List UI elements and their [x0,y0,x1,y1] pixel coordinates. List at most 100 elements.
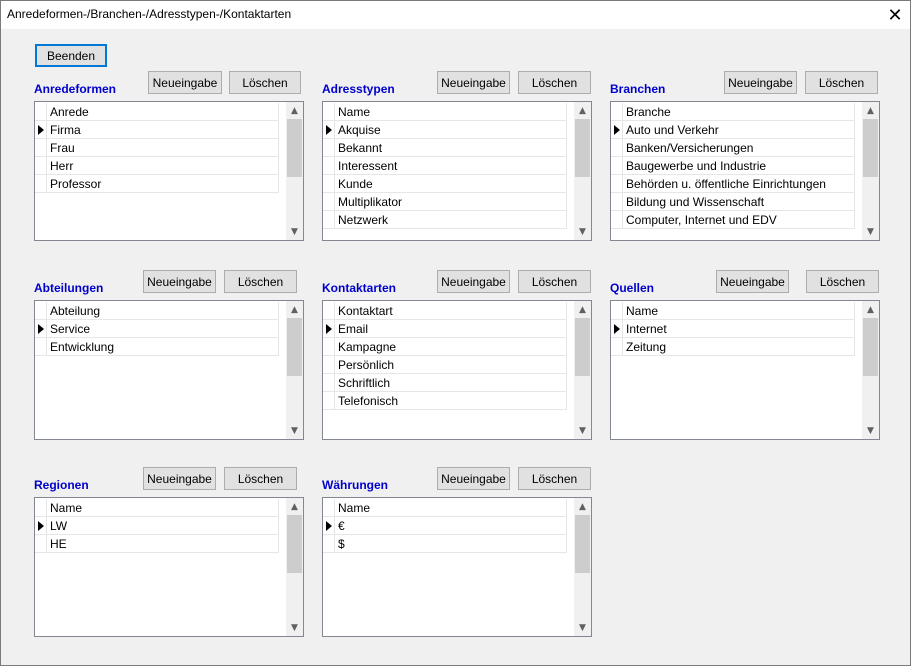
table-cell[interactable]: Zeitung [623,338,855,356]
branchen-grid[interactable]: Branche Auto und Verkehr Banken/Versicheru… [610,101,880,241]
kontaktarten-neueingabe-button[interactable]: Neueingabe [437,270,510,293]
table-cell[interactable]: Schriftlich [335,374,567,392]
table-cell[interactable]: Interessent [335,157,567,175]
table-row[interactable]: Persönlich [323,356,567,374]
row-selector[interactable] [323,535,335,553]
table-cell[interactable]: Bildung und Wissenschaft [623,193,855,211]
table-cell[interactable]: HE [47,535,279,553]
scroll-up-icon[interactable]: ▲ [286,301,303,318]
abteilungen-loeschen-button[interactable]: Löschen [224,270,297,293]
scroll-down-icon[interactable]: ▼ [862,223,879,240]
adresstypen-neueingabe-button[interactable]: Neueingabe [437,71,510,94]
table-cell[interactable]: Bekannt [335,139,567,157]
adresstypen-grid[interactable]: Name Akquise Bekannt Interessent Kunde Multip… [322,101,592,241]
vertical-scrollbar[interactable]: ▲ ▼ [286,301,303,439]
table-row[interactable]: Bekannt [323,139,567,157]
table-cell[interactable]: Kampagne [335,338,567,356]
kontaktarten-loeschen-button[interactable]: Löschen [518,270,591,293]
table-row[interactable]: Netzwerk [323,211,567,229]
row-selector[interactable] [323,193,335,211]
row-selector[interactable] [323,374,335,392]
table-cell[interactable]: $ [335,535,567,553]
table-row[interactable]: Entwicklung [35,338,279,356]
column-header[interactable]: Kontaktart [335,302,567,320]
row-selector[interactable] [323,211,335,229]
table-cell[interactable]: Kunde [335,175,567,193]
regionen-grid[interactable]: Name LW HE ▲ ▼ [34,497,304,637]
row-selector[interactable] [323,517,335,535]
scroll-thumb[interactable] [863,318,878,376]
table-cell[interactable]: € [335,517,567,535]
row-selector[interactable] [35,121,47,139]
table-cell[interactable]: Behörden u. öffentliche Einrichtungen [623,175,855,193]
beenden-button[interactable]: Beenden [35,44,107,67]
scroll-up-icon[interactable]: ▲ [574,498,591,515]
table-row[interactable]: Computer, Internet und EDV [611,211,855,229]
scroll-thumb[interactable] [575,119,590,177]
table-cell[interactable]: Baugewerbe und Industrie [623,157,855,175]
table-cell[interactable]: Banken/Versicherungen [623,139,855,157]
table-cell[interactable]: Netzwerk [335,211,567,229]
table-row[interactable]: $ [323,535,567,553]
table-row[interactable]: Service [35,320,279,338]
table-row[interactable]: Behörden u. öffentliche Einrichtungen [611,175,855,193]
table-row[interactable]: Kampagne [323,338,567,356]
table-cell[interactable]: LW [47,517,279,535]
table-cell[interactable]: Telefonisch [335,392,567,410]
row-selector[interactable] [35,157,47,175]
close-icon[interactable]: ✕ [880,1,910,29]
scroll-down-icon[interactable]: ▼ [286,422,303,439]
column-header[interactable]: Name [335,499,567,517]
branchen-loeschen-button[interactable]: Löschen [805,71,878,94]
table-cell[interactable]: Multiplikator [335,193,567,211]
table-row[interactable]: Akquise [323,121,567,139]
column-header[interactable]: Name [47,499,279,517]
table-cell[interactable]: Akquise [335,121,567,139]
table-cell[interactable]: Professor [47,175,279,193]
waehrungen-loeschen-button[interactable]: Löschen [518,467,591,490]
anredeformen-loeschen-button[interactable]: Löschen [229,71,301,94]
scroll-down-icon[interactable]: ▼ [574,223,591,240]
scroll-thumb[interactable] [287,119,302,177]
vertical-scrollbar[interactable]: ▲ ▼ [862,301,879,439]
row-selector[interactable] [323,175,335,193]
table-row[interactable]: Zeitung [611,338,855,356]
scroll-up-icon[interactable]: ▲ [286,498,303,515]
row-selector[interactable] [323,356,335,374]
row-selector[interactable] [611,320,623,338]
vertical-scrollbar[interactable]: ▲ ▼ [574,498,591,636]
row-selector[interactable] [35,175,47,193]
scroll-up-icon[interactable]: ▲ [574,301,591,318]
scroll-thumb[interactable] [287,515,302,573]
anredeformen-grid[interactable]: Anrede Firma Frau Herr Professor ▲ ▼ [34,101,304,241]
table-row[interactable]: Kunde [323,175,567,193]
waehrungen-grid[interactable]: Name € $ ▲ ▼ [322,497,592,637]
column-header[interactable]: Name [623,302,855,320]
table-cell[interactable]: Email [335,320,567,338]
row-selector[interactable] [35,338,47,356]
table-row[interactable]: € [323,517,567,535]
table-cell[interactable]: Herr [47,157,279,175]
anredeformen-neueingabe-button[interactable]: Neueingabe [148,71,222,94]
regionen-neueingabe-button[interactable]: Neueingabe [143,467,216,490]
column-header[interactable]: Name [335,103,567,121]
table-row[interactable]: Auto und Verkehr [611,121,855,139]
table-row[interactable]: Frau [35,139,279,157]
table-cell[interactable]: Service [47,320,279,338]
row-selector[interactable] [323,338,335,356]
abteilungen-grid[interactable]: Abteilung Service Entwicklung ▲ ▼ [34,300,304,440]
branchen-neueingabe-button[interactable]: Neueingabe [724,71,797,94]
vertical-scrollbar[interactable]: ▲ ▼ [574,102,591,240]
column-header[interactable]: Branche [623,103,855,121]
scroll-down-icon[interactable]: ▼ [574,619,591,636]
column-header[interactable]: Anrede [47,103,279,121]
row-selector[interactable] [611,139,623,157]
quellen-grid[interactable]: Name Internet Zeitung ▲ ▼ [610,300,880,440]
table-cell[interactable]: Firma [47,121,279,139]
row-selector[interactable] [611,175,623,193]
waehrungen-neueingabe-button[interactable]: Neueingabe [437,467,510,490]
table-row[interactable]: Bildung und Wissenschaft [611,193,855,211]
table-cell[interactable]: Internet [623,320,855,338]
row-selector[interactable] [611,193,623,211]
column-header[interactable]: Abteilung [47,302,279,320]
